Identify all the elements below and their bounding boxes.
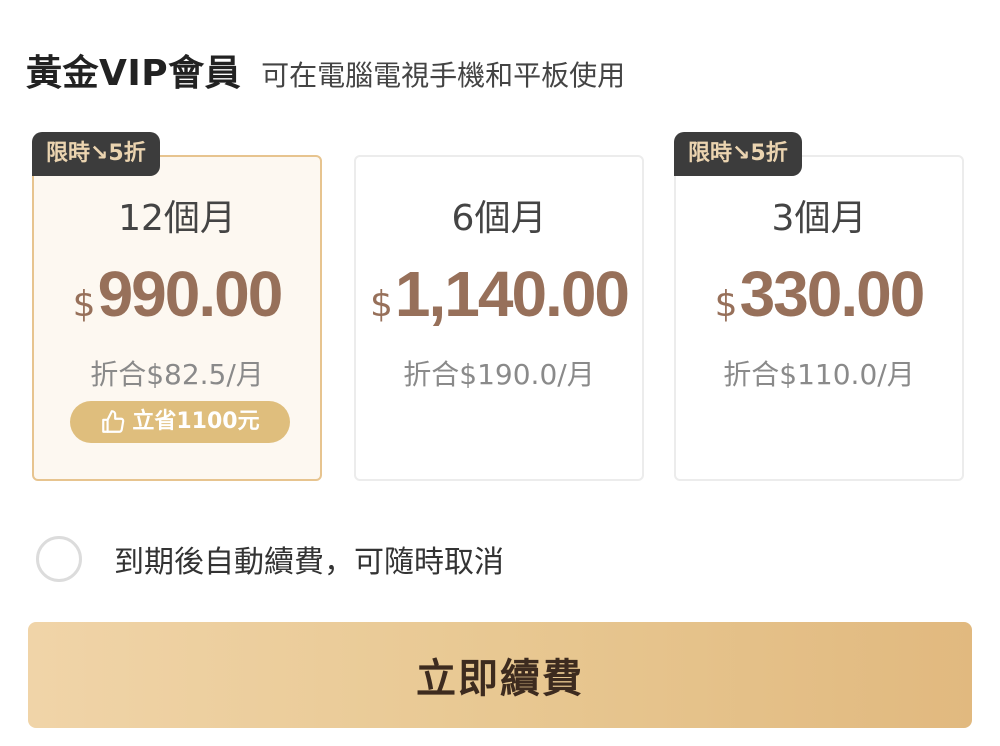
plan-price: $1,140.00 [356, 257, 642, 331]
savings-badge: 立省1100元 [70, 401, 290, 443]
auto-renew-radio[interactable] [36, 536, 82, 582]
thumbs-up-icon [102, 410, 125, 433]
header: 黃金VIP會員 可在電腦電視手機和平板使用 [26, 44, 625, 100]
per-month-price: 折合$82.5/月 [90, 358, 264, 391]
per-month-price: 折合$190.0/月 [403, 358, 595, 391]
auto-renew-label: 到期後自動續費，可隨時取消 [114, 545, 504, 580]
currency-symbol: $ [714, 284, 738, 325]
auto-renew-option[interactable]: 到期後自動續費，可隨時取消 [36, 534, 504, 584]
renew-now-button[interactable]: 立即續費 [28, 622, 972, 728]
savings-text: 立省1100元 [132, 409, 260, 434]
plan-options: 12個月 $990.00 折合$82.5/月 立省1100元 6個月 $1,14… [32, 132, 968, 488]
plan-period: 3個月 [771, 198, 867, 239]
plan-card-6-months[interactable]: 6個月 $1,140.00 折合$190.0/月 [354, 155, 644, 481]
plan-price: $990.00 [34, 257, 320, 331]
plan-card-3-months[interactable]: 3個月 $330.00 折合$110.0/月 [674, 155, 964, 481]
currency-symbol: $ [72, 284, 96, 325]
plan-card-12-months[interactable]: 12個月 $990.00 折合$82.5/月 立省1100元 [32, 155, 322, 481]
page-title: 黃金VIP會員 [26, 53, 242, 94]
page-subtitle: 可在電腦電視手機和平板使用 [261, 59, 626, 92]
price-amount: 990.00 [97, 258, 284, 330]
plan-price: $330.00 [676, 257, 962, 331]
currency-symbol: $ [369, 284, 393, 325]
per-month-price: 折合$110.0/月 [723, 358, 915, 391]
price-amount: 1,140.00 [394, 258, 630, 330]
discount-badge: 限時↘5折 [32, 132, 160, 176]
plan-period: 6個月 [451, 198, 547, 239]
price-amount: 330.00 [739, 258, 926, 330]
discount-badge: 限時↘5折 [674, 132, 802, 176]
plan-period: 12個月 [118, 198, 236, 239]
